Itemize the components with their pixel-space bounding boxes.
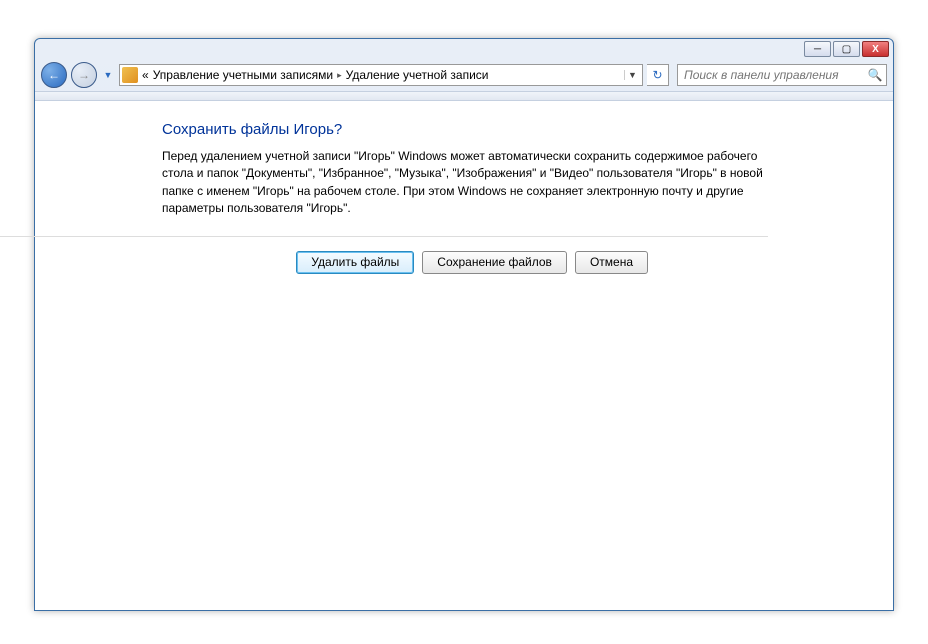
- cancel-button[interactable]: Отмена: [575, 251, 648, 274]
- chevron-right-icon[interactable]: ▸: [337, 70, 342, 81]
- separator: [0, 236, 768, 237]
- nav-back-button[interactable]: ←: [41, 62, 67, 88]
- maximize-button[interactable]: ▢: [833, 41, 860, 57]
- page-description: Перед удалением учетной записи "Игорь" W…: [162, 148, 782, 218]
- arrow-left-icon: ←: [48, 68, 60, 82]
- button-row: Удалить файлы Сохранение файлов Отмена: [0, 251, 648, 274]
- control-panel-icon: [122, 67, 138, 83]
- control-panel-window: ─ ▢ X ← → ▼ « Управление учетными запися…: [34, 38, 894, 611]
- breadcrumb-prefix: «: [142, 68, 149, 82]
- refresh-button[interactable]: ↻: [647, 64, 669, 86]
- toolbar-divider: [35, 91, 893, 101]
- nav-history-dropdown[interactable]: ▼: [101, 66, 115, 84]
- address-dropdown[interactable]: ▼: [624, 70, 640, 80]
- refresh-icon: ↻: [652, 68, 662, 82]
- content-area: Сохранить файлы Игорь? Перед удалением у…: [35, 101, 893, 610]
- arrow-right-icon: →: [78, 68, 90, 82]
- nav-forward-button[interactable]: →: [71, 62, 97, 88]
- page-heading: Сохранить файлы Игорь?: [162, 121, 782, 138]
- close-button[interactable]: X: [862, 41, 889, 57]
- breadcrumb-item-delete[interactable]: Удаление учетной записи: [346, 68, 489, 82]
- navigation-row: ← → ▼ « Управление учетными записями ▸ У…: [35, 59, 893, 91]
- window-controls: ─ ▢ X: [804, 41, 889, 57]
- content-inner: Сохранить файлы Игорь? Перед удалением у…: [162, 121, 782, 218]
- breadcrumb-item-accounts[interactable]: Управление учетными записями: [153, 68, 333, 82]
- delete-files-button[interactable]: Удалить файлы: [296, 251, 414, 274]
- search-box: 🔍: [677, 64, 887, 86]
- search-icon[interactable]: 🔍: [864, 68, 886, 82]
- minimize-button[interactable]: ─: [804, 41, 831, 57]
- titlebar: ─ ▢ X: [35, 39, 893, 59]
- address-bar[interactable]: « Управление учетными записями ▸ Удалени…: [119, 64, 643, 86]
- save-files-button[interactable]: Сохранение файлов: [422, 251, 567, 274]
- breadcrumb: « Управление учетными записями ▸ Удалени…: [142, 68, 488, 82]
- search-input[interactable]: [678, 68, 864, 82]
